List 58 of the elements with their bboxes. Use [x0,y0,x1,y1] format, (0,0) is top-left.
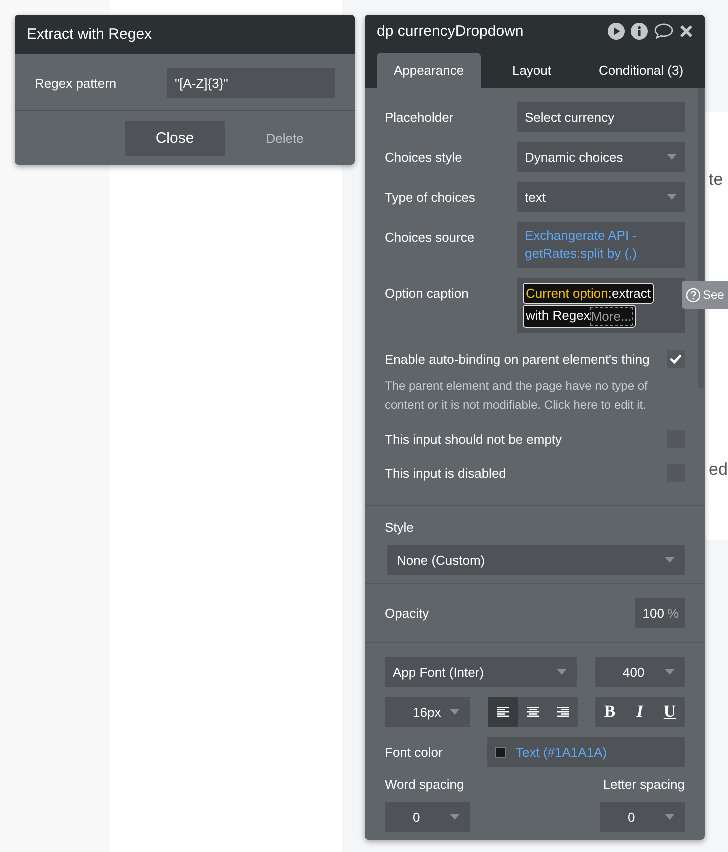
info-icon[interactable] [631,22,648,40]
section-label: Style [385,520,415,535]
checkbox-label: Enable auto-binding on parent element's thing [385,352,650,366]
expression-chip[interactable]: with RegexMore... [523,305,636,328]
format-button[interactable]: B [595,697,625,727]
checkbox[interactable] [667,350,685,368]
panel-tab[interactable]: Appearance [377,53,481,88]
align-right-icon [556,706,568,718]
close-icon[interactable] [680,24,693,38]
property-label: Choices source [385,229,475,245]
word-spacing-label: Word spacing [385,777,464,792]
size-dropdown[interactable]: 16px [385,697,470,727]
property-label: Placeholder [385,109,454,125]
opacity-field[interactable]: 100 % [635,598,685,628]
help-text[interactable]: The parent element and the page have no type of content or it is not modifiable. Click here to edit it. [385,377,665,415]
caret-icon [557,669,567,675]
style-dropdown[interactable]: None (Custom) [387,545,685,575]
panel-tab[interactable]: Conditional (3) [583,53,700,88]
close-button[interactable]: Close [125,121,225,156]
format-button[interactable]: I [625,697,655,727]
dialog-title: Extract with Regex [27,26,152,43]
align-center-icon [526,706,538,718]
letter-spacing-label: Letter spacing [603,777,685,792]
caret-icon [667,194,677,200]
caret-icon [665,669,675,675]
font-dropdown[interactable]: App Font (Inter) [385,657,577,687]
checkbox-label: This input should not be empty [385,432,562,446]
property-label: Type of choices [385,189,476,205]
opacity-label: Opacity [385,606,430,620]
letter-spacing-dropdown[interactable]: 0 [600,802,685,832]
scrollbar[interactable] [698,88,704,388]
caret-icon [667,154,677,160]
format-button[interactable]: U [655,697,685,727]
checkbox-label: This input is disabled [385,466,506,480]
comment-icon[interactable] [654,22,674,40]
property-label: Choices style [385,149,462,165]
word-spacing-dropdown[interactable]: 0 [385,802,470,832]
panel-title: dp currencyDropdown [377,22,524,40]
caret-icon [450,814,460,820]
expression-chip[interactable]: Current option:extract [523,283,654,304]
weight-dropdown[interactable]: 400 [595,657,685,687]
caret-icon [665,814,675,820]
panel-tab[interactable]: Layout [487,53,577,88]
align-button[interactable] [488,697,518,727]
dropdown[interactable]: text [517,182,685,212]
regex-field[interactable]: "[A-Z]{3}" [167,68,335,98]
align-left-icon [496,706,508,718]
text-field[interactable]: Select currency [517,102,685,132]
background-text: ed [709,460,728,480]
caret-icon [450,709,460,715]
caret-icon [665,557,675,563]
help-icon [686,288,701,302]
dropdown[interactable]: Dynamic choices [517,142,685,172]
property-label: Option caption [385,285,469,301]
font-color-label: Font color [385,744,443,760]
background-text: te [709,170,724,190]
play-icon[interactable] [608,22,625,40]
field-label: Regex pattern [35,76,117,90]
